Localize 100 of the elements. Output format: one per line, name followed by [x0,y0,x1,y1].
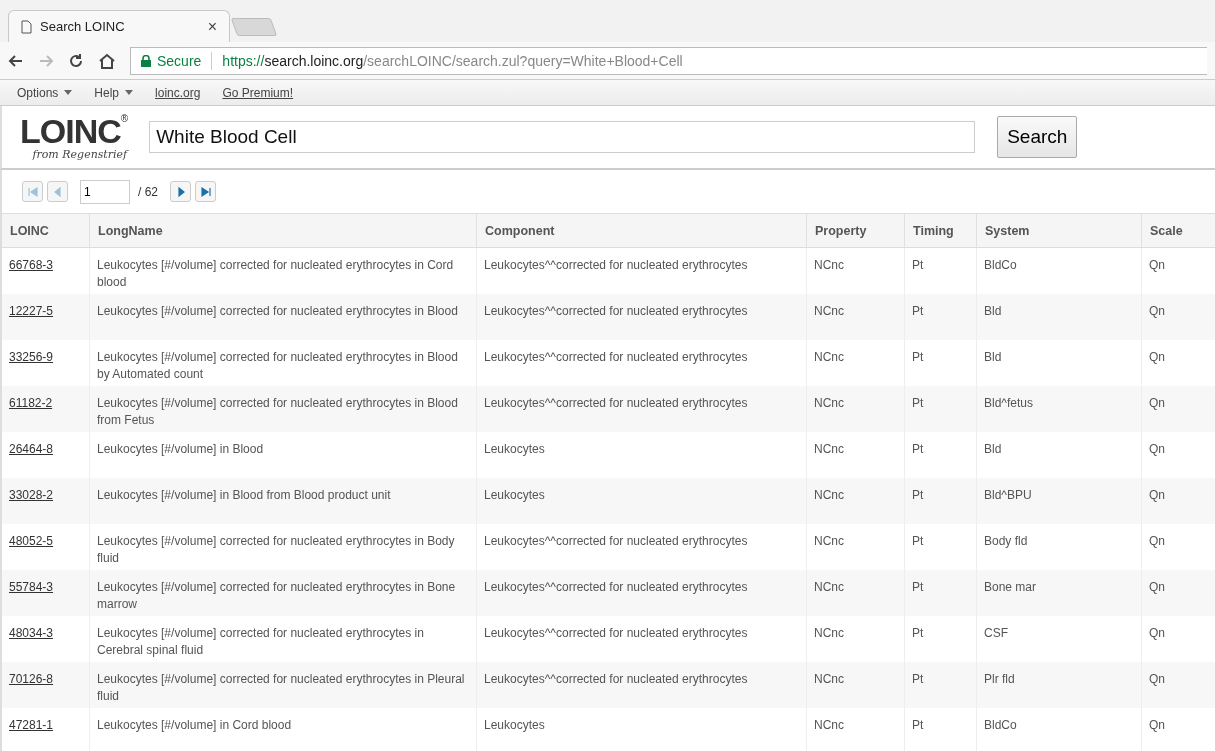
table-cell: Leukocytes [#/volume] corrected for nucleated erythrocytes in Body fluid [97,534,455,565]
table-cell: NCnc [814,488,844,502]
menu-link[interactable]: Go Premium! [222,85,294,100]
home-icon[interactable] [98,52,116,69]
tab-title: Search LOINC [40,19,126,34]
table-cell: Bld^fetus [984,396,1033,410]
column-header[interactable]: System [977,214,1142,248]
menu-link[interactable]: loinc.org [155,85,201,100]
table-cell: Pt [912,442,924,456]
table-cell: NCnc [814,626,844,640]
url-text: https://search.loinc.org/searchLOINC/search.zul?query=White+Blood+Cell [222,52,683,69]
table-cell: Qn [1149,534,1165,548]
column-header[interactable]: LOINC [2,214,90,248]
loinc-code-link[interactable]: 12227-5 [9,304,54,318]
secure-label: Secure [157,52,202,69]
browser-tab[interactable]: Search LOINC × [8,10,230,42]
table-cell: Qn [1149,580,1165,594]
table-cell: Pt [912,304,924,318]
table-cell: NCnc [814,672,844,686]
table-cell: NCnc [814,396,844,410]
table-cell: Leukocytes [484,718,545,732]
table-cell: NCnc [814,304,844,318]
lock-icon [141,54,151,67]
table-cell: NCnc [814,442,844,456]
address-bar[interactable]: Secure https://search.loinc.org/searchLOINC/search.zul?query=White+Blood+Cell [130,46,1207,75]
table-cell: Leukocytes [#/volume] corrected for nucleated erythrocytes in Pleural fluid [97,672,465,703]
table-cell: Leukocytes^^corrected for nucleated erythrocytes [484,534,748,548]
close-button[interactable]: × [207,17,217,36]
reload-icon[interactable] [68,52,84,69]
page-icon [21,19,32,34]
table-cell: Qn [1149,350,1165,364]
table-cell: Pt [912,258,924,272]
table-cell: Leukocytes [#/volume] corrected for nucleated erythrocytes in Bone marrow [97,580,456,611]
table-cell: Qn [1149,304,1165,318]
table-cell: Leukocytes [#/volume] in Cord blood [97,718,292,732]
table-cell: Qn [1149,718,1165,732]
table-cell: Qn [1149,396,1165,410]
table-cell: Pt [912,488,924,502]
back-icon[interactable] [8,52,24,69]
table-cell: Leukocytes [#/volume] corrected for nucleated erythrocytes in Blood from Fetus [97,396,458,427]
column-header[interactable]: Property [807,214,905,248]
loinc-code-link[interactable]: 48034-3 [9,626,54,640]
next-page-icon[interactable] [170,181,191,202]
loinc-code-link[interactable]: 33256-9 [9,350,54,364]
table-cell: BldCo [984,718,1017,732]
last-page-icon[interactable] [195,181,216,202]
table-cell: Pt [912,626,924,640]
table-cell: CSF [984,626,1008,640]
table-cell: Leukocytes [#/volume] in Blood [97,442,264,456]
logo: LOINC® [20,113,128,148]
loinc-code-link[interactable]: 70126-8 [9,672,54,686]
table-cell: BldCo [984,258,1017,272]
search-field[interactable]: White Blood Cell [149,121,976,153]
loinc-code-link[interactable]: 61182-2 [9,396,53,410]
menu-item[interactable]: Help [94,85,134,100]
table-cell: Leukocytes [#/volume] in Blood from Blood product unit [97,488,391,502]
table-cell: NCnc [814,718,844,732]
table-cell: Leukocytes^^corrected for nucleated erythrocytes [484,396,748,410]
loinc-code-link[interactable]: 26464-8 [9,442,54,456]
column-header[interactable]: Scale [1142,214,1215,248]
table-cell: Pt [912,350,924,364]
table-cell: Leukocytes [#/volume] corrected for nucleated erythrocytes in Cerebral spinal fluid [97,626,424,657]
table-cell: Leukocytes^^corrected for nucleated erythrocytes [484,672,748,686]
table-cell: Leukocytes [#/volume] corrected for nucleated erythrocytes in Blood by Automated count [97,350,458,381]
table-cell: Leukocytes^^corrected for nucleated erythrocytes [484,258,748,272]
page-number-field[interactable]: 1 [80,179,130,204]
caret-icon [64,90,73,95]
table-cell: Qn [1149,488,1165,502]
table-cell: NCnc [814,258,844,272]
table-cell: Bld [984,350,1002,364]
table-cell: Bld^BPU [984,488,1032,502]
table-cell: NCnc [814,350,844,364]
caret-icon [125,90,134,95]
table-cell: Bone mar [984,580,1037,594]
table-cell: Qn [1149,442,1165,456]
loinc-code-link[interactable]: 66768-3 [9,258,54,272]
loinc-code-link[interactable]: 47281-1 [9,718,54,732]
loinc-code-link[interactable]: 55784-3 [9,580,54,594]
table-cell: Leukocytes^^corrected for nucleated erythrocytes [484,350,748,364]
table-cell: Body fld [984,534,1028,548]
loinc-code-link[interactable]: 48052-5 [9,534,54,548]
logo-tagline: from Regenstrief [32,147,128,161]
table-cell: Pt [912,396,924,410]
column-header[interactable]: Component [477,214,807,248]
menu-item[interactable]: Options [17,85,73,100]
column-header[interactable]: Timing [905,214,977,248]
table-cell: Bld [984,304,1002,318]
search-button[interactable]: Search [997,116,1078,158]
table-cell: Leukocytes [484,488,545,502]
table-cell: Bld [984,442,1002,456]
table-cell: Pt [912,534,924,548]
table-cell: Pt [912,672,924,686]
table-cell: Leukocytes^^corrected for nucleated erythrocytes [484,580,748,594]
column-header[interactable]: LongName [90,214,477,248]
loinc-code-link[interactable]: 33028-2 [9,488,54,502]
table-cell: Leukocytes^^corrected for nucleated erythrocytes [484,304,748,318]
table-cell: Leukocytes [#/volume] corrected for nucleated erythrocytes in Cord blood [97,258,454,289]
table-cell: Qn [1149,258,1165,272]
table-cell: Leukocytes [484,442,545,456]
table-cell: Qn [1149,626,1165,640]
